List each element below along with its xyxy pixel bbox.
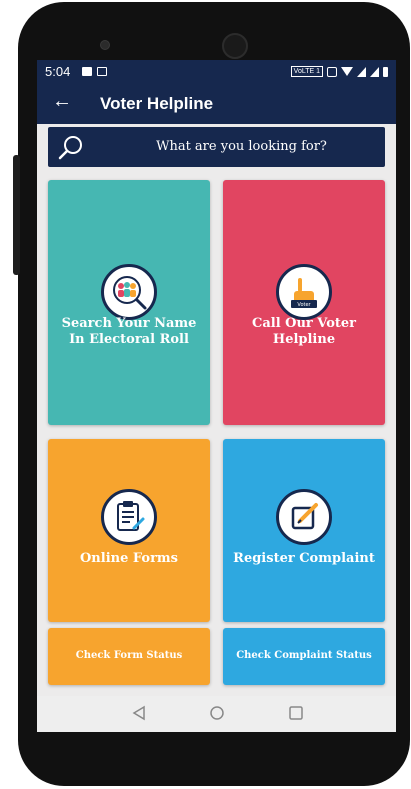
vibrate-icon (327, 66, 337, 77)
search-bar[interactable]: What are you looking for? (48, 127, 385, 167)
app-screen: 5:04 VoLTE 1 ← Voter Helpline What are y… (37, 60, 396, 732)
tile-label: Check Complaint Status (236, 650, 372, 661)
back-arrow-icon[interactable]: ← (52, 90, 72, 113)
signal-2-icon (370, 66, 379, 77)
people-search-icon (101, 264, 157, 320)
status-icons: VoLTE 1 (290, 66, 388, 77)
side-button (13, 155, 20, 275)
tile-search-electoral-roll[interactable]: Search Your Name In Electoral Roll (48, 180, 210, 425)
tile-label: Call Our Voter Helpline (251, 316, 356, 347)
signal-icon (357, 66, 366, 77)
tile-label: Search Your Name In Electoral Roll (61, 316, 197, 347)
search-icon (58, 136, 82, 160)
image-notification-icon (82, 67, 92, 76)
wifi-icon (341, 67, 353, 76)
edit-icon (276, 489, 332, 545)
recents-square-icon[interactable] (288, 705, 304, 721)
app-bar: ← Voter Helpline (37, 84, 396, 124)
search-input[interactable]: What are you looking for? (98, 139, 385, 154)
back-triangle-icon[interactable] (131, 705, 147, 721)
sensor-dot (100, 40, 110, 50)
check-form-status-button[interactable]: Check Form Status (48, 628, 210, 685)
volte-badge: VoLTE 1 (290, 66, 323, 77)
battery-icon (383, 66, 388, 77)
tile-label: Check Form Status (75, 650, 183, 661)
notification-icon (97, 67, 107, 76)
clipboard-icon (101, 489, 157, 545)
home-circle-icon[interactable] (209, 705, 225, 721)
tile-online-forms[interactable]: Online Forms (48, 439, 210, 622)
tile-register-complaint[interactable]: Register Complaint (223, 439, 385, 622)
voter-hand-icon: Voter (276, 264, 332, 320)
status-bar: 5:04 VoLTE 1 (37, 60, 396, 84)
system-nav-bar (37, 696, 396, 732)
tile-label: Register Complaint (233, 551, 375, 566)
front-camera (222, 33, 248, 59)
tile-call-voter-helpline[interactable]: Voter Call Our Voter Helpline (223, 180, 385, 425)
page-title: Voter Helpline (100, 94, 214, 113)
svg-text:Voter: Voter (297, 302, 311, 308)
tile-label: Online Forms (79, 551, 178, 566)
check-complaint-status-button[interactable]: Check Complaint Status (223, 628, 385, 685)
status-time: 5:04 (45, 64, 71, 79)
